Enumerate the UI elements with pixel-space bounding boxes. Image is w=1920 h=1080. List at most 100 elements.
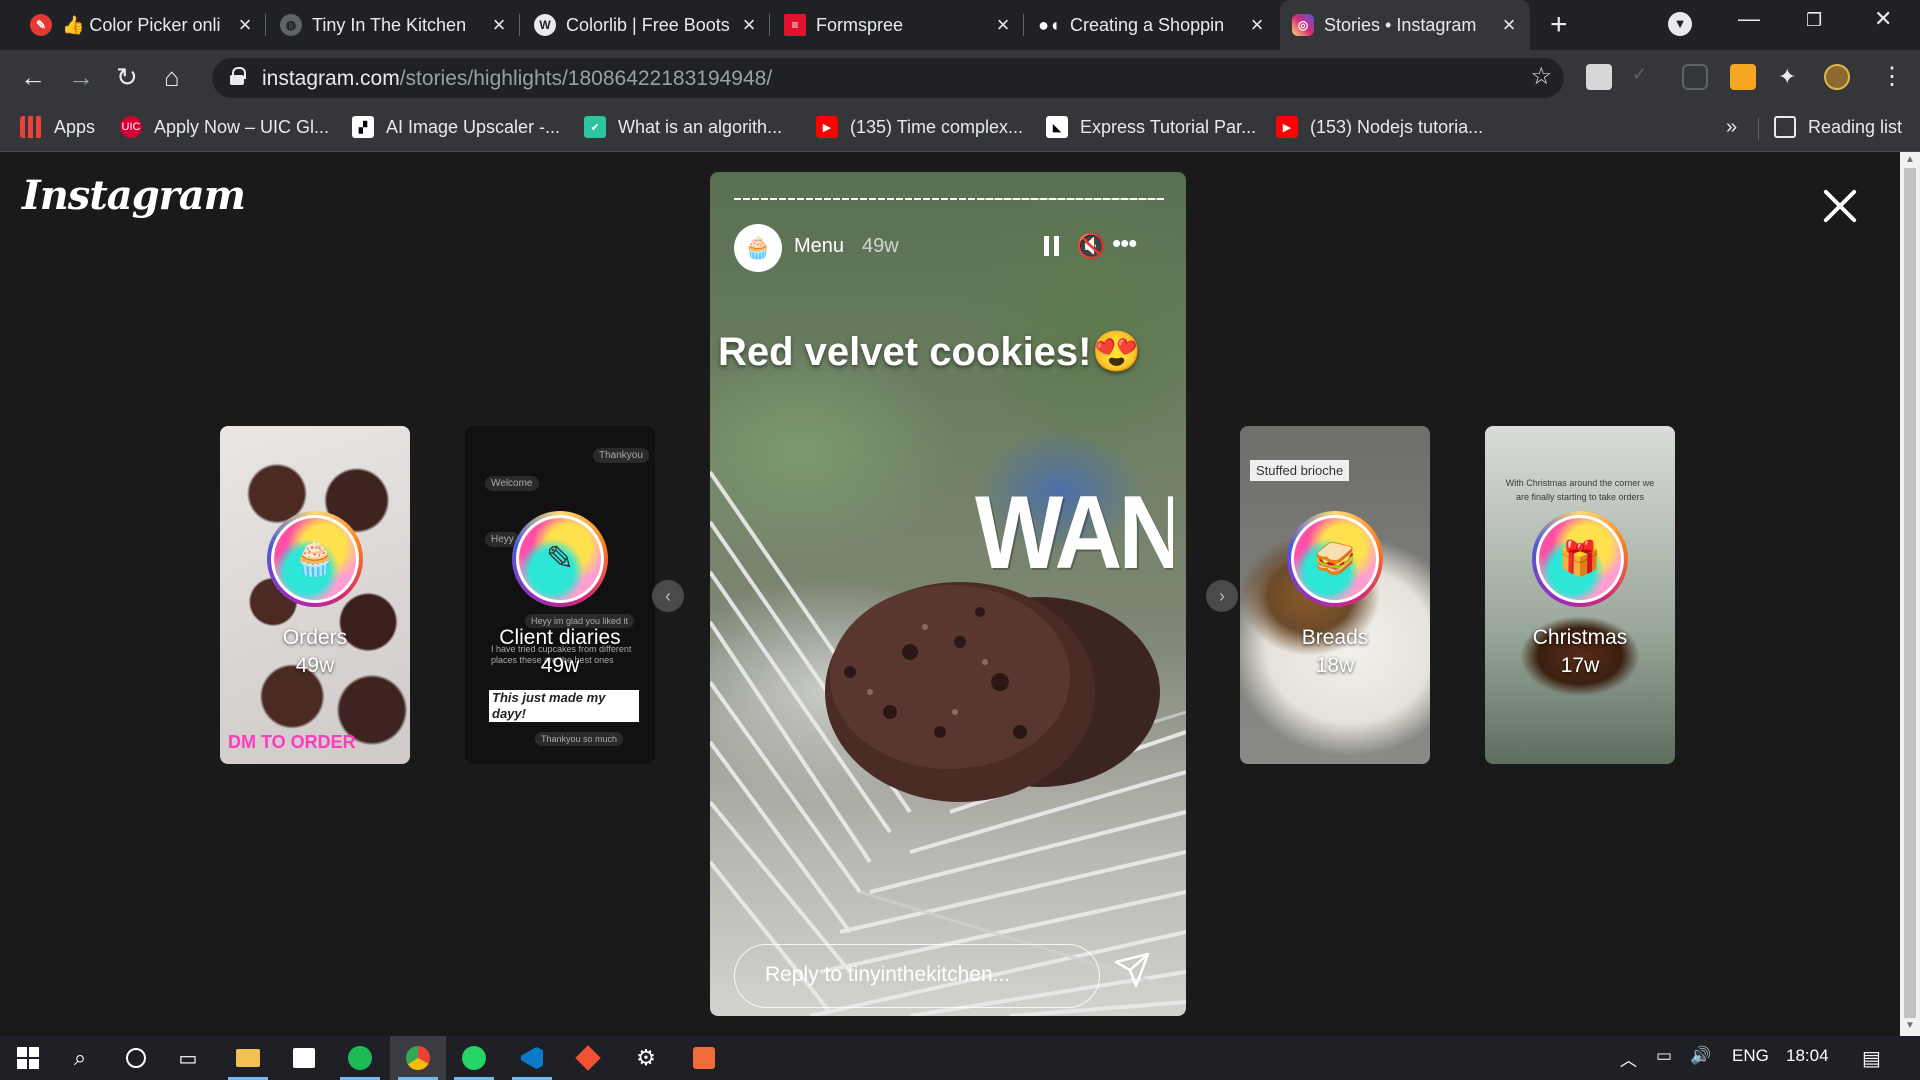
reading-list-button[interactable]: Reading list	[1774, 116, 1902, 138]
highlight-card-orders[interactable]: DM TO ORDER 🧁 Orders 49w	[220, 426, 410, 764]
gifts-icon: 🎁	[1539, 518, 1621, 600]
close-tab-icon[interactable]: ×	[1246, 12, 1268, 38]
search-icon[interactable]: ⌕	[52, 1036, 108, 1080]
tab-title: Formspree	[816, 14, 904, 35]
extension-icon[interactable]	[1586, 64, 1612, 90]
highlight-card-client-diaries[interactable]: Thankyou Welcome Heyy Heyy im glad you l…	[465, 426, 655, 764]
task-view-icon[interactable]: ▭	[160, 1036, 216, 1080]
bookmark-nodejs-tutorial[interactable]: ▶ (153) Nodejs tutoria...	[1276, 116, 1483, 138]
lock-icon[interactable]	[230, 67, 246, 85]
new-tab-button[interactable]: +	[1550, 8, 1568, 42]
close-tab-icon[interactable]: ×	[992, 12, 1014, 38]
window-close-icon[interactable]: ✕	[1874, 6, 1892, 32]
browser-menu-icon[interactable]: ⋮	[1880, 62, 1904, 91]
close-tab-icon[interactable]: ×	[1498, 12, 1520, 38]
highlight-card-breads[interactable]: Stuffed brioche 🥪 Breads 18w	[1240, 426, 1430, 764]
back-icon[interactable]: ←	[20, 62, 46, 93]
bookmark-time-complexity[interactable]: ▶ (135) Time complex...	[816, 116, 1023, 138]
scroll-up-icon[interactable]: ▲	[1905, 154, 1915, 165]
minimize-icon[interactable]: —	[1738, 6, 1760, 32]
bookmark-label: What is an algorith...	[618, 116, 783, 137]
highlight-card-christmas[interactable]: With Christmas around the corner we are …	[1485, 426, 1675, 764]
mute-icon[interactable]: 🔇	[1076, 232, 1106, 261]
close-tab-icon[interactable]: ×	[738, 12, 760, 38]
close-tab-icon[interactable]: ×	[488, 12, 510, 38]
store-icon[interactable]	[276, 1036, 332, 1080]
orders-caption: DM TO ORDER	[228, 732, 356, 752]
chrome-icon[interactable]	[390, 1036, 446, 1080]
windows-logo-icon	[17, 1047, 39, 1069]
medium-favicon: ●◖	[1038, 14, 1060, 35]
tab-instagram-stories[interactable]: ◎ Stories • Instagram ×	[1280, 0, 1530, 50]
tinyinthekitchen-avatar[interactable]: 🧁	[734, 224, 782, 272]
extension-check-icon[interactable]: ✓	[1632, 64, 1658, 90]
whatsapp-icon[interactable]	[446, 1036, 502, 1080]
extension-box-icon[interactable]	[1682, 64, 1708, 90]
reading-list-icon	[1774, 116, 1796, 138]
tab-search-icon[interactable]: ▼	[1668, 12, 1692, 36]
page-scrollbar[interactable]: ▲ ▼	[1900, 152, 1920, 1036]
tab-title: Tiny In The Kitchen	[312, 14, 467, 35]
profile-avatar[interactable]	[1824, 64, 1850, 90]
close-viewer-icon[interactable]	[1822, 188, 1858, 224]
spotify-icon[interactable]	[332, 1036, 388, 1080]
reload-icon[interactable]: ↻	[116, 62, 138, 93]
bookmark-label: Express Tutorial Par...	[1080, 116, 1257, 137]
bookmark-apps[interactable]: Apps	[20, 116, 95, 138]
previous-story-button[interactable]: ‹	[652, 580, 684, 612]
bookmark-algorithm[interactable]: ✔ What is an algorith...	[584, 116, 782, 138]
instagram-logo[interactable]: Instagram	[22, 172, 246, 219]
start-button[interactable]	[0, 1036, 56, 1080]
volume-icon[interactable]: 🔊	[1690, 1046, 1711, 1066]
show-hidden-icons[interactable]: ︿	[1620, 1046, 1637, 1071]
close-tab-icon[interactable]: ×	[234, 12, 256, 38]
git-kraken-icon[interactable]	[560, 1036, 616, 1080]
clock[interactable]: 18:04	[1786, 1046, 1829, 1066]
language-indicator[interactable]: ENG	[1732, 1046, 1769, 1066]
battery-icon[interactable]: ▭	[1656, 1046, 1672, 1066]
youtube-icon: ▶	[816, 116, 838, 138]
bookmark-star-icon[interactable]: ☆	[1530, 62, 1552, 91]
tab-formspree[interactable]: ≡ Formspree ×	[772, 0, 1024, 50]
uic-icon: UIC	[120, 116, 142, 138]
tab-color-picker[interactable]: ✎ 👍 Color Picker onli ×	[18, 0, 266, 50]
highlight-name: Breads	[1301, 626, 1369, 649]
postman-icon[interactable]	[676, 1036, 732, 1080]
extension-penguin-icon[interactable]	[1730, 64, 1756, 90]
file-explorer-icon[interactable]	[220, 1036, 276, 1080]
cortana-icon[interactable]	[108, 1036, 164, 1080]
current-story[interactable]: 🧁 Menu 49w 🔇 ••• Red velvet cookies!😍 WA…	[710, 172, 1186, 1016]
restore-icon[interactable]: ❐	[1806, 10, 1822, 31]
scroll-down-icon[interactable]: ▼	[1905, 1020, 1915, 1031]
bookmark-divider	[1758, 118, 1759, 140]
scrollbar-thumb[interactable]	[1904, 168, 1916, 1018]
settings-gear-icon[interactable]: ⚙	[618, 1036, 674, 1080]
pause-icon[interactable]	[1044, 236, 1060, 256]
url-text[interactable]: instagram.com/stories/highlights/1808642…	[262, 67, 772, 91]
bookmark-express-tutorial[interactable]: ◣ Express Tutorial Par...	[1046, 116, 1256, 138]
tab-tiny-kitchen[interactable]: ◍ Tiny In The Kitchen ×	[268, 0, 520, 50]
tab-colorlib[interactable]: W Colorlib | Free Boots ×	[522, 0, 770, 50]
story-viewer: Instagram DM TO ORDER 🧁 Orders 49w Thank…	[0, 152, 1920, 1036]
tab-title: Stories • Instagram	[1324, 14, 1477, 35]
home-icon[interactable]: ⌂	[164, 62, 180, 93]
bookmark-label: (135) Time complex...	[850, 116, 1024, 137]
reply-input[interactable]: Reply to tinyinthekitchen...	[734, 944, 1100, 1008]
next-story-button[interactable]: ›	[1206, 580, 1238, 612]
bookmark-uic[interactable]: UIC Apply Now – UIC Gl...	[120, 116, 329, 138]
puzzle-extensions-icon[interactable]: ✦	[1778, 64, 1804, 90]
highlight-age: 17w	[1560, 654, 1600, 677]
more-bookmarks-button[interactable]: »	[1726, 116, 1737, 139]
highlight-ring: ✎	[512, 511, 608, 607]
chat-bubble: Thankyou	[593, 448, 649, 463]
bookmark-upscaler[interactable]: ▞ AI Image Upscaler -...	[352, 116, 560, 138]
notifications-icon[interactable]: ▤	[1862, 1046, 1881, 1071]
address-bar[interactable]: instagram.com/stories/highlights/1808642…	[212, 58, 1564, 98]
forward-icon[interactable]: →	[68, 62, 94, 93]
vscode-icon[interactable]	[504, 1036, 560, 1080]
more-options-icon[interactable]: •••	[1112, 228, 1137, 259]
send-icon[interactable]	[1112, 950, 1152, 990]
tab-creating-shopping[interactable]: ●◖ Creating a Shoppin ×	[1026, 0, 1278, 50]
highlight-age: 18w	[1315, 654, 1355, 677]
story-username[interactable]: Menu	[794, 235, 844, 258]
